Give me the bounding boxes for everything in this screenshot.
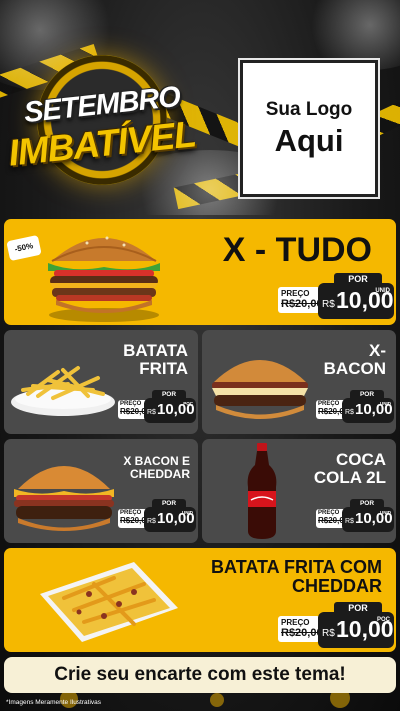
disclaimer: *Imagens Meramente Ilustrativas — [6, 699, 102, 706]
old-price: R$20,00 — [120, 407, 151, 416]
new-price-box: R$ 10,00 UNID — [342, 507, 394, 532]
product-card-coca-cola[interactable]: COCA COLA 2L POR PREÇO R$20,00 R$ 10,00 … — [202, 439, 396, 543]
old-price: R$20,00 — [318, 516, 349, 525]
product-name-line2: CHEDDAR — [292, 575, 382, 596]
product-card-x-bacon-cheddar[interactable]: X BACON E CHEDDAR POR PREÇO R$20,00 R$ 1… — [4, 439, 198, 543]
currency: R$ — [345, 518, 354, 525]
old-price: R$20,00 — [281, 627, 323, 639]
unit: POÇ — [183, 401, 193, 406]
product-card-batata-cheddar[interactable]: BATATA FRITA COM CHEDDAR POR PREÇO R$20,… — [4, 548, 396, 652]
logo-text-line1: Sua Logo — [265, 98, 353, 120]
product-name: X- BACON — [324, 342, 386, 378]
old-price-box: PREÇO R$20,00 — [278, 616, 323, 642]
burger-image — [48, 236, 160, 322]
product-name: COCA COLA 2L — [314, 451, 386, 487]
product-name: X BACON E CHEDDAR — [123, 455, 190, 480]
product-name: BATATA FRITA COM CHEDDAR — [211, 558, 382, 596]
currency: R$ — [322, 628, 335, 639]
fries-image — [11, 366, 115, 416]
product-name-line2: FRITA — [139, 358, 188, 378]
unit: UNID — [380, 510, 391, 515]
logo-placeholder[interactable]: Sua Logo Aqui — [240, 60, 378, 197]
old-price: R$20,00 — [318, 407, 349, 416]
preco-label: PREÇO — [281, 618, 310, 627]
price-tag: POR PREÇO R$20,00 R$ 10,00 UNID — [316, 390, 394, 426]
currency: R$ — [345, 409, 354, 416]
burger-image — [212, 360, 308, 419]
product-card-x-tudo[interactable]: X - TUDO POR PREÇO R$20,00 R$ 10,00 UNID — [4, 219, 396, 325]
product-name-line1: X BACON E — [123, 454, 190, 468]
bokeh-dot — [210, 693, 224, 707]
currency: R$ — [322, 299, 335, 310]
new-price-box: R$ 10,00 UNID — [318, 283, 394, 319]
new-price-box: R$ 10,00 POÇ — [318, 612, 394, 648]
product-name-line1: COCA — [335, 450, 386, 469]
currency: R$ — [147, 409, 156, 416]
product-name-line1: X- — [369, 341, 386, 360]
flyer-page: SETEMBRO IMBATÍVEL Sua Logo Aqui X - TUD… — [0, 0, 400, 711]
soda-bottle-image — [247, 443, 277, 539]
currency: R$ — [147, 518, 156, 525]
price-tag: POR PREÇO R$20,00 R$ 10,00 UNID — [118, 499, 196, 535]
product-name: BATATA FRITA — [123, 342, 188, 378]
price-tag: POR PREÇO R$20,00 R$ 10,00 POÇ — [278, 602, 394, 652]
header: SETEMBRO IMBATÍVEL Sua Logo Aqui — [0, 0, 400, 215]
price-tag: POR PREÇO R$20,00 R$ 10,00 POÇ — [118, 390, 196, 426]
price-tag: POR PREÇO R$20,00 R$ 10,00 UNID — [316, 499, 394, 535]
product-card-batata-frita[interactable]: BATATA FRITA POR PREÇO R$20,00 R$ 10,00 … — [4, 330, 198, 434]
product-name-line2: BACON — [323, 358, 386, 378]
new-price-box: R$ 10,00 UNID — [144, 507, 196, 532]
product-name-line2: CHEDDAR — [130, 466, 190, 481]
product-name-line1: BATATA — [123, 341, 188, 360]
unit: UNID — [375, 288, 390, 294]
cta-banner[interactable]: Crie seu encarte com este tema! — [4, 657, 396, 693]
new-price-box: R$ 10,00 POÇ — [144, 398, 196, 423]
old-price-box: PREÇO R$20,00 — [278, 287, 323, 313]
price-tag: POR PREÇO R$20,00 R$ 10,00 UNID — [278, 273, 394, 323]
unit: UNID — [380, 401, 391, 406]
preco-label: PREÇO — [281, 289, 310, 298]
product-name: X - TUDO — [222, 231, 372, 269]
burger-image — [14, 466, 114, 531]
old-price: R$20,00 — [281, 298, 323, 310]
unit: UNID — [182, 510, 193, 515]
product-card-x-bacon[interactable]: X- BACON POR PREÇO R$20,00 R$ 10,00 UNID — [202, 330, 396, 434]
product-name-line1: BATATA FRITA COM — [211, 557, 382, 577]
fries-cheddar-image — [40, 562, 178, 642]
campaign-badge: SETEMBRO IMBATÍVEL — [6, 55, 197, 205]
logo-text-line2: Aqui — [274, 122, 344, 158]
new-price-box: R$ 10,00 UNID — [342, 398, 394, 423]
product-name-line2: COLA 2L — [313, 467, 386, 487]
unit: POÇ — [376, 617, 390, 623]
old-price: R$20,00 — [120, 516, 151, 525]
